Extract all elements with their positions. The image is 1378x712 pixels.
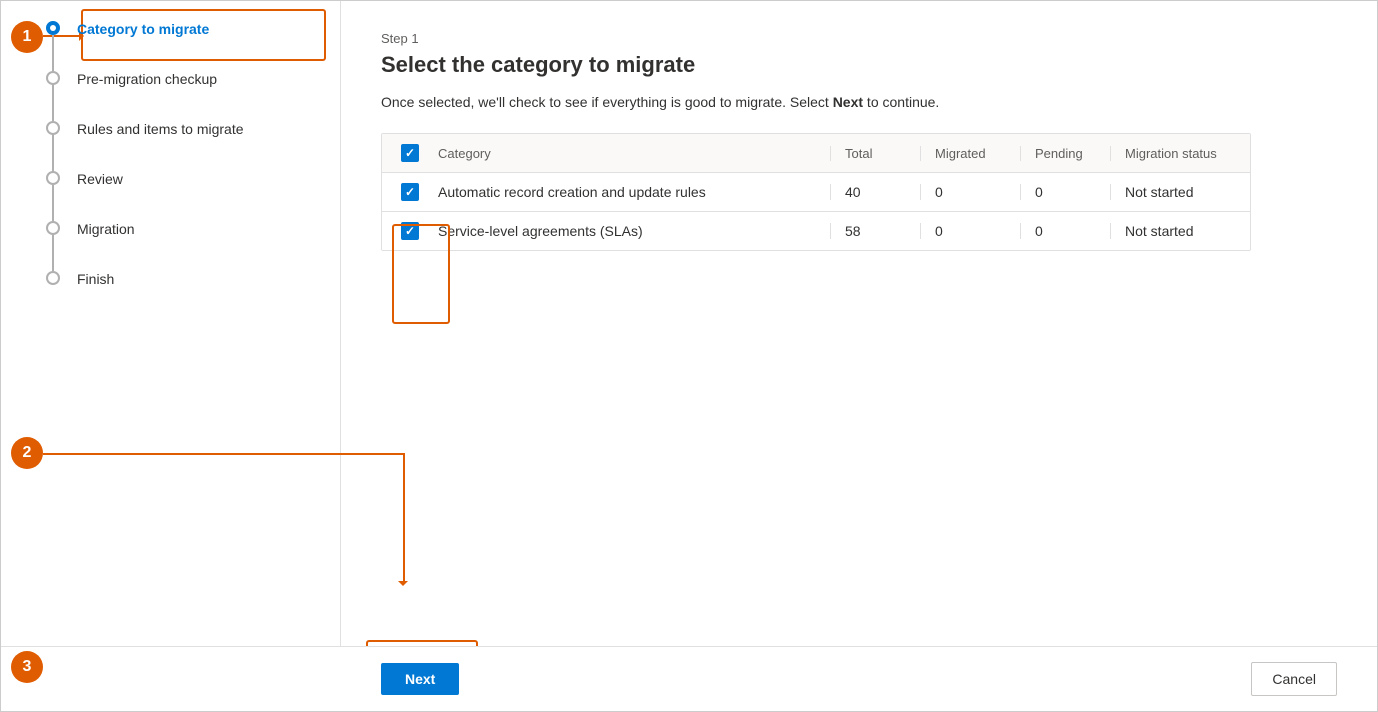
sidebar-item-label-2: Pre-migration checkup	[77, 71, 217, 88]
row1-migrated: 0	[920, 184, 1020, 200]
row2-check-icon: ✓	[405, 225, 415, 237]
row1-status: Not started	[1110, 184, 1250, 200]
row2-pending: 0	[1020, 223, 1110, 239]
description-bold: Next	[833, 94, 863, 110]
row2-migrated: 0	[920, 223, 1020, 239]
description-part2: to continue.	[863, 94, 939, 110]
select-all-checkbox[interactable]: ✓	[401, 144, 419, 162]
row1-category: Automatic record creation and update rul…	[438, 184, 830, 200]
col-status-header: Migration status	[1110, 146, 1250, 161]
sidebar-item-label-4: Review	[77, 171, 123, 188]
category-table: ✓ Category Total Migrated Pending Migrat…	[381, 133, 1251, 251]
col-pending-header: Pending	[1020, 146, 1110, 161]
col-migrated-header: Migrated	[920, 146, 1020, 161]
annotation-badge-3: 3	[11, 651, 43, 683]
next-button[interactable]: Next	[381, 663, 459, 695]
sidebar-item-rules-items[interactable]: Rules and items to migrate	[41, 121, 340, 171]
row2-category: Service-level agreements (SLAs)	[438, 223, 830, 239]
row1-check-col[interactable]: ✓	[382, 183, 438, 201]
step-circle-6	[46, 271, 60, 285]
row1-checkbox[interactable]: ✓	[401, 183, 419, 201]
table-row: ✓ Automatic record creation and update r…	[382, 173, 1250, 212]
sidebar-item-review[interactable]: Review	[41, 171, 340, 221]
step-connector-col-6	[41, 271, 65, 285]
page-title: Select the category to migrate	[381, 52, 1337, 78]
arrow-2-horiz	[43, 453, 403, 455]
step-connector-col-3	[41, 121, 65, 171]
step-indicator: Step 1	[381, 31, 1337, 46]
sidebar-item-finish[interactable]: Finish	[41, 271, 340, 288]
col-total-header: Total	[830, 146, 920, 161]
step-connector-col-4	[41, 171, 65, 221]
step-connector-col-1	[41, 21, 65, 71]
col-category-header: Category	[438, 146, 830, 161]
description: Once selected, we'll check to see if eve…	[381, 92, 1337, 113]
step-circle-3	[46, 121, 60, 135]
footer: Next Cancel	[1, 646, 1377, 711]
sidebar-item-pre-migration[interactable]: Pre-migration checkup	[41, 71, 340, 121]
table-header: ✓ Category Total Migrated Pending Migrat…	[382, 134, 1250, 173]
step-circle-4	[46, 171, 60, 185]
row2-check-col[interactable]: ✓	[382, 222, 438, 240]
row2-total: 58	[830, 223, 920, 239]
step-line-5	[52, 235, 54, 271]
table-row: ✓ Service-level agreements (SLAs) 58 0 0…	[382, 212, 1250, 250]
step-line-1	[52, 35, 54, 71]
sidebar-item-label-1: Category to migrate	[77, 21, 209, 38]
step-connector-col-2	[41, 71, 65, 121]
step-line-2	[52, 85, 54, 121]
step-line-3	[52, 135, 54, 171]
step-circle-2	[46, 71, 60, 85]
row1-pending: 0	[1020, 184, 1110, 200]
row1-total: 40	[830, 184, 920, 200]
sidebar-item-migration[interactable]: Migration	[41, 221, 340, 271]
annotation-badge-2: 2	[11, 437, 43, 469]
step-connector-col-5	[41, 221, 65, 271]
page-wrapper: 1 2 3 Category to migrate	[0, 0, 1378, 712]
sidebar-item-label-5: Migration	[77, 221, 135, 238]
cancel-button[interactable]: Cancel	[1251, 662, 1337, 696]
description-part1: Once selected, we'll check to see if eve…	[381, 94, 833, 110]
col-check-header[interactable]: ✓	[382, 144, 438, 162]
row2-status: Not started	[1110, 223, 1250, 239]
arrow-2-end	[398, 581, 408, 591]
main-panel: Step 1 Select the category to migrate On…	[341, 1, 1377, 711]
row1-check-icon: ✓	[405, 186, 415, 198]
sidebar-item-label-3: Rules and items to migrate	[77, 121, 244, 138]
row2-checkbox[interactable]: ✓	[401, 222, 419, 240]
sidebar-item-category-to-migrate[interactable]: Category to migrate	[41, 21, 340, 71]
step-line-4	[52, 185, 54, 221]
step-group: Category to migrate Pre-migration checku…	[41, 21, 340, 288]
arrow-2-vert-down	[403, 453, 405, 583]
sidebar-item-label-6: Finish	[77, 271, 114, 288]
check-icon: ✓	[405, 147, 415, 159]
step-circle-5	[46, 221, 60, 235]
sidebar: Category to migrate Pre-migration checku…	[1, 1, 341, 711]
annotation-badge-1: 1	[11, 21, 43, 53]
step-circle-1	[46, 21, 60, 35]
main-content: Category to migrate Pre-migration checku…	[1, 1, 1377, 711]
